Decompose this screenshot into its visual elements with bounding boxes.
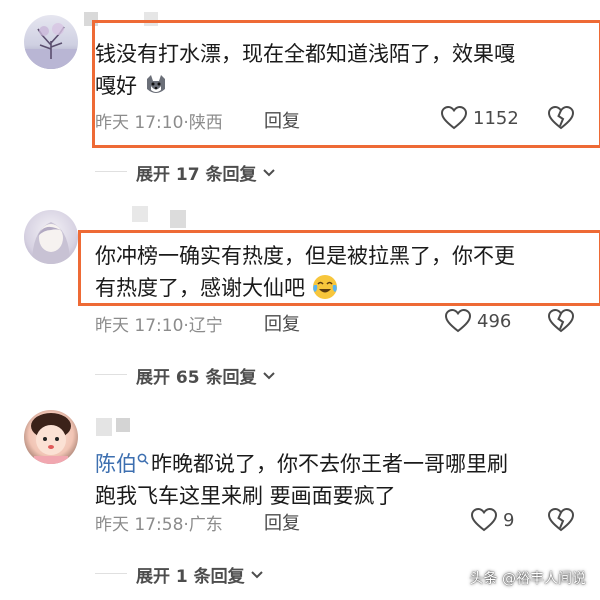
broken-heart-icon [547, 308, 575, 333]
expand-replies-button[interactable]: 展开 17 条回复 [136, 160, 277, 185]
crying-laughing-emoji [312, 274, 338, 309]
broken-heart-icon [547, 105, 575, 130]
like-button[interactable]: 496 [445, 309, 511, 333]
comment-text: 你冲榜一确实有热度，但是被拉黑了，你不更 有热度了，感谢大仙吧 [95, 240, 515, 309]
username-link[interactable]: 陈伯 [95, 452, 137, 476]
blurred-username [132, 206, 192, 228]
blurred-username [96, 418, 136, 436]
divider [95, 171, 127, 172]
heart-icon [441, 106, 467, 130]
expand-replies-button[interactable]: 展开 1 条回复 [136, 562, 265, 587]
avatar[interactable] [24, 15, 78, 69]
dog-face-emoji [144, 73, 168, 106]
comment-text: 陈伯 昨晚都说了，你不去你王者一哥哪里刷 跑我飞车这里来刷 要画面要疯了 [95, 442, 508, 512]
comment-meta: 昨天 17:10·辽宁 [95, 316, 223, 336]
comment-text: 钱没有打水漂，现在全都知道浅陌了，效果嘎 嘎好 [95, 38, 515, 106]
avatar[interactable] [24, 410, 78, 464]
like-button[interactable]: 9 [471, 508, 514, 532]
comment-meta: 昨天 17:10·陕西 [95, 113, 223, 133]
broken-heart-icon [547, 507, 575, 532]
reply-button[interactable]: 回复 [264, 310, 300, 336]
like-count: 9 [503, 509, 515, 531]
chevron-down-icon [262, 168, 275, 176]
dislike-button[interactable] [547, 105, 575, 134]
comment-meta: 昨天 17:58·广东 [95, 515, 223, 535]
like-count: 1152 [473, 107, 519, 129]
dislike-button[interactable] [547, 308, 575, 337]
chevron-down-icon [250, 570, 263, 578]
heart-icon [471, 508, 497, 532]
dislike-button[interactable] [547, 507, 575, 536]
avatar[interactable] [24, 210, 78, 264]
expand-replies-button[interactable]: 展开 65 条回复 [136, 363, 277, 388]
reply-button[interactable]: 回复 [264, 107, 300, 133]
like-count: 496 [477, 310, 512, 332]
divider [95, 573, 127, 574]
heart-icon [445, 309, 471, 333]
divider [95, 374, 127, 375]
reply-button[interactable]: 回复 [264, 509, 300, 535]
watermark: 头条 @裕丰人间说 [469, 571, 586, 587]
chevron-down-icon [262, 371, 275, 379]
search-icon [137, 442, 149, 474]
like-button[interactable]: 1152 [441, 106, 519, 130]
